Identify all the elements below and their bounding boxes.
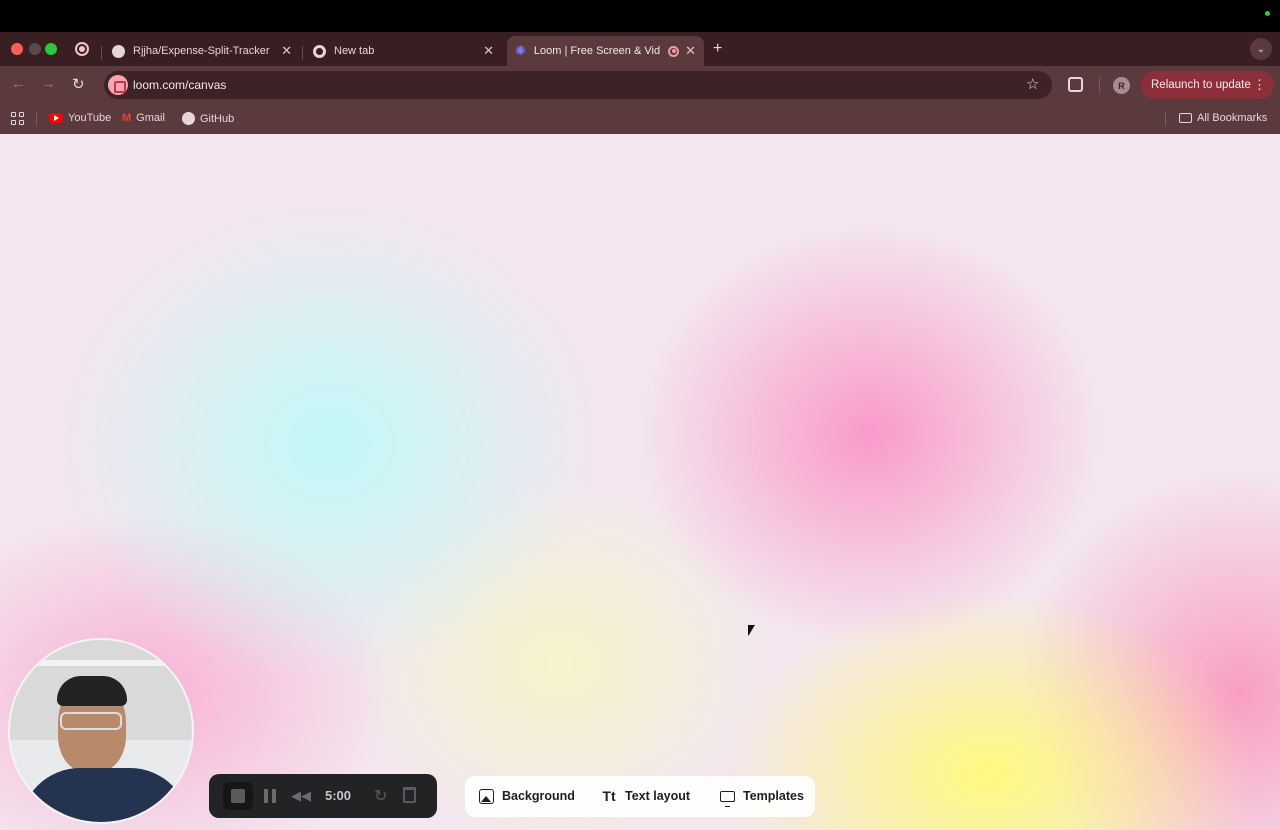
mouse-cursor-icon bbox=[748, 625, 755, 636]
bookmark-label: All Bookmarks bbox=[1197, 112, 1268, 124]
back-button[interactable]: ← bbox=[11, 75, 26, 92]
bookmark-label: YouTube bbox=[68, 112, 112, 124]
text-layout-button[interactable]: Tt Text layout bbox=[601, 788, 690, 804]
camera-bubble[interactable] bbox=[8, 638, 194, 824]
pause-icon[interactable] bbox=[264, 789, 276, 803]
bookmark-star-icon[interactable]: ☆ bbox=[1026, 75, 1039, 93]
maximize-window-button[interactable] bbox=[45, 43, 57, 55]
bookmark-github[interactable]: GitHub bbox=[182, 112, 234, 125]
recording-indicator-icon bbox=[668, 45, 680, 57]
close-icon[interactable]: ✕ bbox=[281, 43, 292, 59]
recording-icon[interactable] bbox=[75, 42, 89, 56]
bookmarks-bar: YouTube M Gmail GitHub All Bookmarks bbox=[0, 104, 1280, 134]
templates-button[interactable]: Templates bbox=[719, 788, 804, 807]
tab-loom[interactable]: ✺ Loom | Free Screen & Vid ✕ bbox=[507, 36, 704, 66]
close-icon[interactable]: ✕ bbox=[483, 43, 494, 59]
bookmarks-separator bbox=[36, 112, 37, 126]
tool-label: Text layout bbox=[625, 789, 691, 803]
text-layout-icon: Tt bbox=[602, 788, 616, 804]
reload-button[interactable]: ↻ bbox=[72, 75, 85, 93]
tab-strip: Rjjha/Expense-Split-Tracker ✕ New tab ✕ … bbox=[0, 32, 1280, 66]
extensions-icon[interactable] bbox=[1068, 77, 1083, 92]
address-url: loom.com/canvas bbox=[133, 78, 227, 92]
tab-search-button[interactable]: ⌄ bbox=[1250, 38, 1272, 60]
canvas-tools: Background Tt Text layout Templates bbox=[465, 776, 815, 817]
browser-toolbar: ← → ↻ loom.com/canvas ☆ R Relaunch to up… bbox=[0, 66, 1280, 104]
more-icon[interactable]: ⋮ bbox=[1253, 77, 1266, 93]
recording-controls: ◀◀ 5:00 ↻ bbox=[209, 774, 437, 818]
camera-background-detail bbox=[20, 660, 190, 666]
address-bar[interactable]: loom.com/canvas bbox=[104, 71, 1052, 99]
apps-grid-icon[interactable] bbox=[11, 112, 24, 125]
camera-person-hair bbox=[57, 676, 127, 706]
tab-github[interactable]: Rjjha/Expense-Split-Tracker ✕ bbox=[104, 36, 300, 66]
image-icon bbox=[478, 788, 494, 804]
youtube-icon bbox=[49, 113, 63, 123]
bookmark-label: Gmail bbox=[136, 112, 165, 124]
system-menubar bbox=[0, 0, 1280, 32]
all-bookmarks-button[interactable]: All Bookmarks bbox=[1179, 112, 1267, 124]
forward-button[interactable]: → bbox=[41, 75, 56, 92]
close-icon[interactable]: ✕ bbox=[685, 43, 696, 59]
relaunch-label: Relaunch to update bbox=[1151, 79, 1251, 91]
tab-new-tab[interactable]: New tab ✕ bbox=[305, 36, 502, 66]
gmail-icon: M bbox=[122, 112, 132, 124]
camera-person-glasses bbox=[60, 712, 122, 730]
loom-icon: ✺ bbox=[515, 43, 526, 58]
tab-separator bbox=[101, 46, 102, 60]
tab-separator bbox=[302, 46, 303, 60]
camera-person-shirt bbox=[20, 768, 190, 822]
folder-icon bbox=[1179, 113, 1192, 123]
chevron-down-icon: ⌄ bbox=[1256, 43, 1266, 55]
recording-timer: 5:00 bbox=[325, 788, 352, 803]
relaunch-button[interactable]: Relaunch to update ⋮ bbox=[1141, 71, 1274, 99]
bookmark-gmail[interactable]: M Gmail bbox=[122, 112, 165, 124]
github-icon bbox=[112, 44, 125, 58]
restart-icon[interactable]: ↻ bbox=[374, 786, 387, 806]
site-info-icon[interactable] bbox=[108, 75, 128, 95]
stop-recording-button[interactable] bbox=[223, 782, 253, 810]
tab-title: New tab bbox=[334, 45, 375, 57]
monitor-icon bbox=[719, 790, 735, 807]
tab-title: Loom | Free Screen & Vid bbox=[533, 45, 661, 57]
rewind-icon[interactable]: ◀◀ bbox=[291, 788, 311, 804]
bookmark-youtube[interactable]: YouTube bbox=[49, 112, 111, 124]
bookmarks-separator bbox=[1165, 112, 1166, 126]
toolbar-separator bbox=[1099, 77, 1100, 93]
tool-label: Templates bbox=[743, 789, 804, 803]
tab-title: Rjjha/Expense-Split-Tracker bbox=[133, 45, 270, 57]
bookmark-label: GitHub bbox=[200, 112, 235, 125]
chrome-icon bbox=[313, 44, 326, 58]
trash-icon[interactable] bbox=[403, 787, 416, 803]
github-icon bbox=[182, 112, 195, 125]
status-dot bbox=[1265, 11, 1270, 16]
new-tab-button[interactable]: + bbox=[713, 40, 722, 58]
tool-label: Background bbox=[502, 789, 575, 803]
minimize-window-button[interactable] bbox=[29, 43, 41, 55]
profile-avatar[interactable]: R bbox=[1113, 77, 1130, 94]
background-button[interactable]: Background bbox=[478, 788, 575, 804]
close-window-button[interactable] bbox=[11, 43, 23, 55]
